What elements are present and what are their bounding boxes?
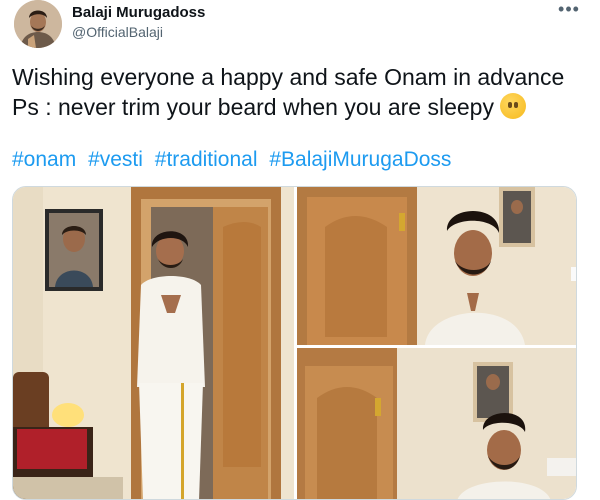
tweet-text-line2-text: Ps : never trim your beard when you are … — [12, 94, 494, 120]
more-dots-icon: ••• — [558, 0, 580, 19]
tweet-card[interactable]: Balaji Murugadoss @OfficialBalaji ••• Wi… — [0, 0, 600, 500]
hashtag-link[interactable]: #vesti — [88, 148, 143, 171]
avatar[interactable] — [14, 0, 62, 48]
photo-top-right[interactable] — [297, 187, 576, 345]
photo-main[interactable] — [13, 187, 294, 499]
more-options-button[interactable]: ••• — [556, 0, 582, 24]
hashtag-link[interactable]: #traditional — [155, 148, 258, 171]
hashtag-link[interactable]: #BalajiMurugaDoss — [269, 148, 451, 171]
author-name[interactable]: Balaji Murugadoss — [72, 4, 205, 21]
photo-bottom-right[interactable] — [297, 348, 576, 499]
author-handle[interactable]: @OfficialBalaji — [72, 24, 163, 40]
hashtags: #onam #vesti #traditional #BalajiMurugaD… — [12, 148, 457, 172]
media-grid — [12, 186, 577, 500]
face-without-mouth-emoji-icon — [499, 93, 526, 119]
tweet-text-line2: Ps : never trim your beard when you are … — [12, 93, 526, 121]
tweet-text-line1: Wishing everyone a happy and safe Onam i… — [12, 64, 565, 90]
hashtag-link[interactable]: #onam — [12, 148, 76, 171]
